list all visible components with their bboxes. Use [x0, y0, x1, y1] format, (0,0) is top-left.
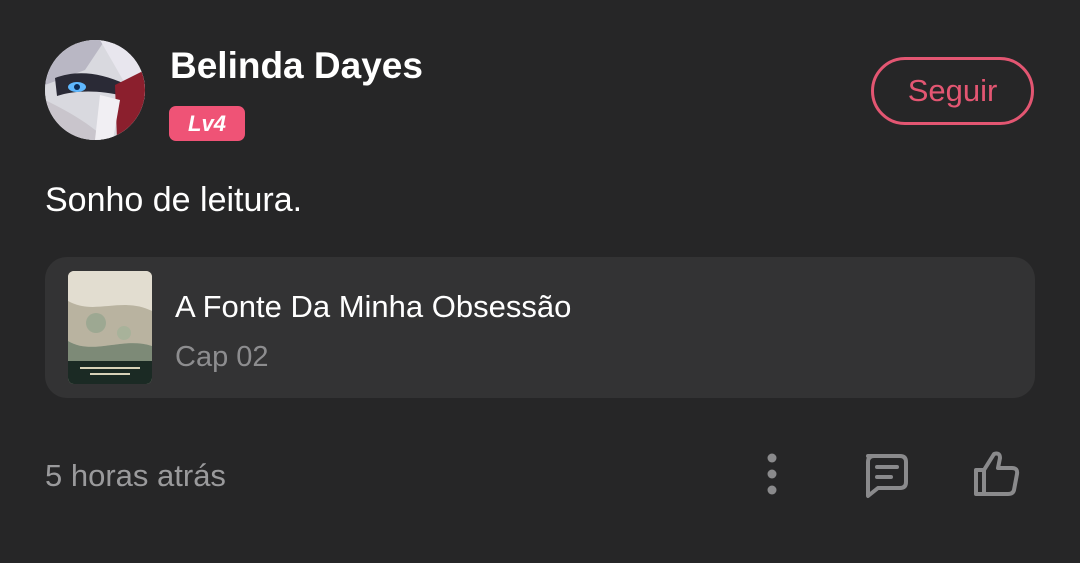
comment-icon: [866, 454, 908, 498]
more-options-button[interactable]: [752, 448, 792, 500]
post-card: Belinda Dayes Lv4 Seguir Sonho de leitur…: [0, 0, 1080, 563]
thumbs-up-icon: [974, 451, 1020, 496]
more-vertical-icon: [767, 453, 777, 495]
author-name[interactable]: Belinda Dayes: [170, 44, 423, 88]
level-badge: Lv4: [169, 106, 245, 141]
comment-button[interactable]: [856, 446, 912, 502]
work-title: A Fonte Da Minha Obsessão: [175, 289, 572, 324]
follow-button[interactable]: Seguir: [871, 57, 1034, 125]
book-cover-image: [68, 271, 152, 384]
post-text: Sonho de leitura.: [45, 181, 303, 219]
post-timestamp: 5 horas atrás: [45, 458, 226, 493]
avatar[interactable]: [45, 40, 145, 140]
work-link-card[interactable]: A Fonte Da Minha Obsessão Cap 02: [45, 257, 1035, 398]
like-button[interactable]: [968, 446, 1024, 502]
work-chapter: Cap 02: [175, 341, 269, 373]
avatar-image: [45, 40, 145, 140]
